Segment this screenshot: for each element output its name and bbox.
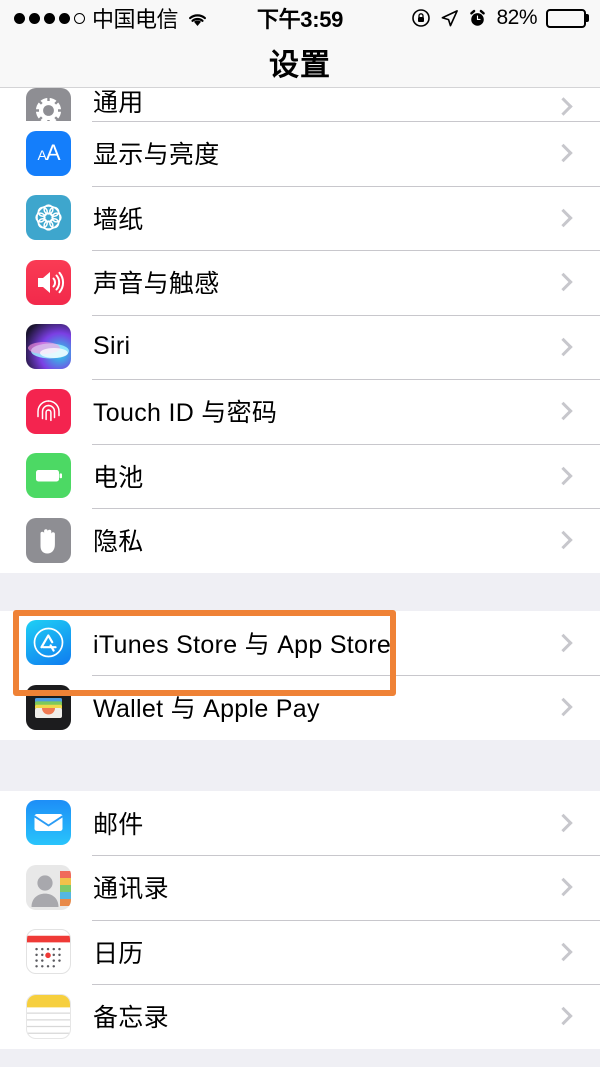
settings-row-label: 电池 [93, 463, 144, 492]
notes-icon [26, 993, 71, 1039]
settings-row-label: 邮件 [93, 810, 144, 839]
speaker-icon [26, 259, 71, 305]
chevron-right-icon [554, 531, 573, 550]
settings-row-label: 日历 [93, 939, 144, 968]
hand-icon [26, 517, 71, 563]
app-store-icon [26, 620, 71, 666]
settings-row-sounds[interactable]: 声音与触感 [0, 250, 600, 315]
settings-row-label: 备忘录 [93, 1004, 169, 1033]
settings-row-wallet[interactable]: Wallet 与 Apple Pay [0, 675, 600, 740]
wallet-icon [26, 684, 71, 730]
settings-screen: 中国电信 下午3:59 82% 设置 通用 AA 显示与亮度 墙纸 声音与触感 … [0, 0, 600, 1067]
settings-row-label: 墙纸 [93, 205, 144, 234]
siri-wave-icon [26, 324, 71, 370]
page-title: 设置 [269, 48, 331, 82]
settings-group-system: 通用 AA 显示与亮度 墙纸 声音与触感 Siri Touch ID 与密码 电… [0, 88, 600, 573]
settings-row-label: 显示与亮度 [93, 141, 220, 170]
settings-row-general[interactable]: 通用 [0, 88, 600, 121]
chevron-right-icon [554, 698, 573, 717]
settings-row-label: 声音与触感 [93, 270, 220, 299]
settings-row-touchid[interactable]: Touch ID 与密码 [0, 379, 600, 444]
chevron-right-icon [554, 633, 573, 652]
settings-row-contacts[interactable]: 通讯录 [0, 855, 600, 920]
battery-icon [546, 8, 589, 28]
carrier-name: 中国电信 [92, 7, 179, 32]
chevron-right-icon [554, 878, 573, 897]
settings-row-label: 通用 [93, 89, 144, 117]
settings-row-wallpaper[interactable]: 墙纸 [0, 185, 600, 250]
settings-row-calendar[interactable]: 日历 [0, 919, 600, 984]
settings-row-notes[interactable]: 备忘录 [0, 984, 600, 1049]
fingerprint-icon [26, 388, 71, 434]
battery-percent-label: 82% [496, 6, 537, 29]
person-icon [26, 864, 71, 910]
settings-row-label: iTunes Store 与 App Store [93, 630, 392, 659]
chevron-right-icon [554, 466, 573, 485]
settings-row-mail[interactable]: 邮件 [0, 790, 600, 855]
chevron-right-icon [554, 97, 573, 116]
flower-icon [26, 195, 71, 241]
rotation-lock-icon [411, 8, 431, 28]
chevron-right-icon [554, 942, 573, 961]
settings-row-label: 隐私 [93, 528, 144, 557]
settings-row-privacy[interactable]: 隐私 [0, 508, 600, 573]
settings-row-siri[interactable]: Siri [0, 314, 600, 379]
settings-group-apps: 邮件 通讯录 日历 备忘录 [0, 790, 600, 1049]
status-bar-left: 中国电信 [14, 2, 210, 34]
chevron-right-icon [554, 813, 573, 832]
settings-group-store: iTunes Store 与 App Store Wallet 与 Apple … [0, 610, 600, 740]
display-aa-icon: AA [26, 130, 71, 176]
status-bar: 中国电信 下午3:59 82% [0, 0, 600, 36]
signal-strength-dots [14, 12, 85, 24]
chevron-right-icon [554, 208, 573, 227]
settings-row-label: Touch ID 与密码 [93, 399, 278, 428]
section-gap [0, 572, 600, 611]
calendar-icon [26, 929, 71, 975]
wifi-icon [185, 9, 210, 28]
settings-list[interactable]: 通用 AA 显示与亮度 墙纸 声音与触感 Siri Touch ID 与密码 电… [0, 88, 600, 1067]
gear-icon [26, 88, 71, 121]
settings-row-label: 通讯录 [93, 875, 169, 904]
envelope-icon [26, 800, 71, 846]
battery-icon [26, 453, 71, 499]
chevron-right-icon [554, 144, 573, 163]
settings-row-display[interactable]: AA 显示与亮度 [0, 121, 600, 186]
settings-row-label: Wallet 与 Apple Pay [93, 695, 320, 724]
settings-row-label: Siri [93, 332, 131, 361]
settings-row-battery[interactable]: 电池 [0, 443, 600, 508]
status-bar-right: 82% [411, 6, 589, 30]
settings-row-itunes-app-store[interactable]: iTunes Store 与 App Store [0, 610, 600, 675]
section-gap [0, 739, 600, 791]
chevron-right-icon [554, 402, 573, 421]
chevron-right-icon [554, 337, 573, 356]
location-arrow-icon [440, 9, 459, 28]
alarm-clock-icon [468, 9, 487, 28]
navigation-bar: 设置 [0, 36, 600, 88]
chevron-right-icon [554, 273, 573, 292]
chevron-right-icon [554, 1007, 573, 1026]
